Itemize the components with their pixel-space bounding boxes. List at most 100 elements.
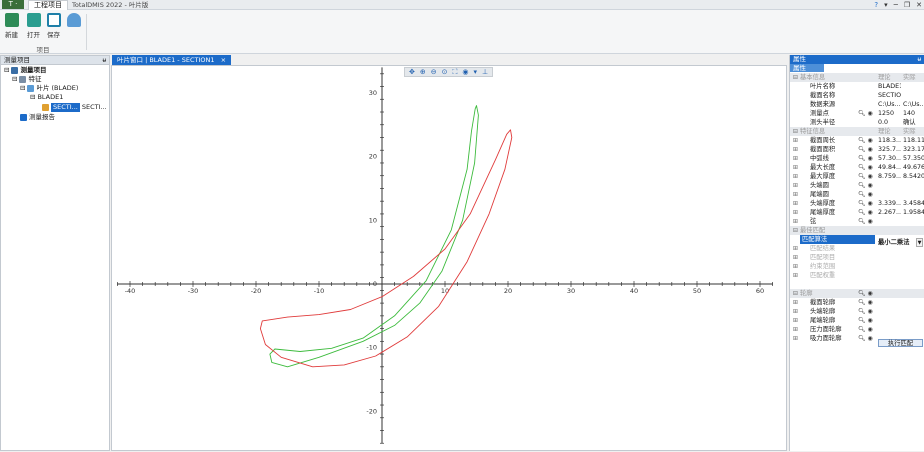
expand-icon[interactable]: ⊞ (792, 334, 799, 343)
contour-row[interactable]: ⊞ 截面轮廓 🔍︎ ◉ (790, 298, 924, 307)
feature-row[interactable]: ⊞尾端厚度🔍︎ ◉2.267...1.9584... (790, 208, 924, 217)
search-icon[interactable]: 🔍︎ ◉ (858, 172, 873, 181)
tree-item-blade[interactable]: ⊟ 叶片 (BLADE) (20, 84, 78, 93)
search-icon[interactable]: 🔍︎ ◉ (858, 199, 873, 208)
document-tab[interactable]: 叶片窗口 | BLADE1 - SECTION1 × (112, 55, 232, 65)
contour-row[interactable]: ⊞ 尾端轮廓 🔍︎ ◉ (790, 316, 924, 325)
feature-row[interactable]: ⊞最大长度🔍︎ ◉49.84...49.676... (790, 163, 924, 172)
zoom-in-icon[interactable]: ⊕ (420, 68, 426, 76)
collapse-icon[interactable]: ⊟ (792, 226, 799, 235)
expand-icon[interactable]: ⊞ (792, 325, 799, 334)
expand-icon[interactable]: ⊞ (792, 163, 799, 172)
collapse-icon[interactable]: ⊟ (20, 84, 25, 93)
fit-row[interactable]: ⊞ 匹配项目 (790, 253, 924, 262)
restore-icon[interactable]: ❐ (904, 1, 910, 9)
expand-icon[interactable]: ⊞ (792, 154, 799, 163)
pin-view-icon[interactable]: ⊥ (482, 68, 488, 76)
save-button[interactable]: 保存 (45, 13, 62, 39)
fit-view-icon[interactable]: ⛶ (453, 68, 458, 77)
pin-icon[interactable]: ᵾ (102, 56, 106, 65)
expand-icon[interactable]: ⊞ (792, 208, 799, 217)
tab-project[interactable]: 工程项目 (28, 0, 68, 10)
pin-icon[interactable]: ᵾ (917, 55, 921, 64)
blade-button[interactable] (65, 13, 82, 29)
expand-icon[interactable]: ⊞ (792, 307, 799, 316)
category-contour[interactable]: ⊟ 轮廓 🔍︎ ◉ (790, 289, 924, 298)
collapse-icon[interactable]: ⊟ (792, 73, 799, 82)
zoom-window-icon[interactable]: ⊙ (442, 68, 448, 76)
collapse-icon[interactable]: ⊟ (4, 66, 9, 75)
tree-item-report[interactable]: 测量报告 (20, 113, 55, 122)
feature-row[interactable]: ⊞中弧线🔍︎ ◉57.30...57.350... (790, 154, 924, 163)
search-icon[interactable]: 🔍︎ ◉ (858, 325, 873, 334)
help-icon[interactable]: ? (874, 1, 878, 9)
tree-item-project[interactable]: ⊟ 测量项目 (4, 66, 46, 75)
expand-icon[interactable]: ⊞ (792, 145, 799, 154)
pan-icon[interactable]: ✥ (409, 68, 415, 76)
search-icon[interactable]: 🔍︎ ◉ (858, 298, 873, 307)
feature-row[interactable]: ⊞头端厚度🔍︎ ◉3.339...3.4584... (790, 199, 924, 208)
feature-row[interactable]: ⊞ 头端圆 🔍︎ ◉ (790, 181, 924, 190)
feature-row[interactable]: ⊞最大厚度🔍︎ ◉8.759...8.5420... (790, 172, 924, 181)
close-icon[interactable]: ✕ (916, 1, 922, 9)
search-icon[interactable]: 🔍︎ ◉ (858, 316, 873, 325)
fit-row[interactable]: ⊞ 约束范围 (790, 262, 924, 271)
search-icon[interactable]: 🔍︎ ◉ (858, 163, 873, 172)
collapse-icon[interactable]: ⊟ (12, 75, 17, 84)
search-icon[interactable]: 🔍︎ ◉ (858, 154, 873, 163)
search-icon[interactable]: 🔍︎ ◉ (858, 136, 873, 145)
search-icon[interactable]: 🔍︎ ◉ (858, 181, 873, 190)
expand-icon[interactable]: ⊞ (792, 253, 799, 262)
zoom-out-icon[interactable]: ⊖ (431, 68, 437, 76)
fit-row[interactable]: ⊞ 匹配权重 (790, 271, 924, 280)
feature-row[interactable]: ⊞ 尾端圆 🔍︎ ◉ (790, 190, 924, 199)
chevron-down-icon[interactable]: ▾ (884, 1, 888, 9)
expand-icon[interactable]: ⊞ (792, 244, 799, 253)
search-icon[interactable]: 🔍︎ ◉ (858, 307, 873, 316)
expand-icon[interactable]: ⊞ (792, 316, 799, 325)
expand-icon[interactable]: ⊞ (792, 262, 799, 271)
new-project-button[interactable]: 新建 (3, 13, 20, 39)
expand-icon[interactable]: ⊞ (792, 172, 799, 181)
collapse-icon[interactable]: ⊟ (792, 127, 799, 136)
blade-view[interactable]: -40 -30 -20 -10 10 20 30 40 50 60 30 20 10 0 -10 -20 ✥ … (111, 65, 787, 451)
properties-sub-tab[interactable]: 属性 (790, 64, 824, 72)
search-icon[interactable]: 🔍︎ ◉ (858, 208, 873, 217)
chevron-down-icon[interactable]: ▾ (474, 68, 478, 76)
section-plot[interactable]: -40 -30 -20 -10 10 20 30 40 50 60 30 20 10 0 -10 -20 (112, 66, 788, 452)
expand-icon[interactable]: ⊞ (792, 271, 799, 280)
expand-icon[interactable]: ⊞ (792, 217, 799, 226)
expand-icon[interactable]: ⊞ (792, 199, 799, 208)
expand-icon[interactable]: ⊞ (792, 136, 799, 145)
collapse-icon[interactable]: ⊟ (792, 289, 799, 298)
category-feature-info[interactable]: ⊟ 特征信息 理论 实际 (790, 127, 924, 136)
feature-row[interactable]: ⊞截面周长🔍︎ ◉118.3...118.11... (790, 136, 924, 145)
search-icon[interactable]: 🔍︎ ◉ (858, 334, 873, 343)
close-icon[interactable]: × (221, 56, 226, 64)
contour-row[interactable]: ⊞ 压力面轮廓 🔍︎ ◉ (790, 325, 924, 334)
contour-row[interactable]: ⊞ 头端轮廓 🔍︎ ◉ (790, 307, 924, 316)
search-icon[interactable]: 🔍︎ ◉ (858, 217, 873, 226)
feature-row[interactable]: ⊞ 弦 🔍︎ ◉ (790, 217, 924, 226)
execute-fit-button[interactable]: 执行匹配 (878, 339, 923, 347)
search-icon[interactable]: 🔍︎ ◉ (858, 190, 873, 199)
search-icon[interactable]: 🔍︎ ◉ (858, 289, 873, 298)
expand-icon[interactable]: ⊞ (792, 181, 799, 190)
visibility-icon[interactable]: ◉ (462, 68, 468, 76)
search-icon[interactable]: 🔍︎ ◉ (858, 145, 873, 154)
feature-row[interactable]: ⊞截面面积🔍︎ ◉325.7...323.17... (790, 145, 924, 154)
tree-item-blade1[interactable]: ⊟ BLADE1 (30, 93, 63, 102)
category-basic-info[interactable]: ⊟ 基本信息 理论 实际 (790, 73, 924, 82)
tree-item-section[interactable]: SECTI... SECTI... (42, 103, 107, 112)
minimize-icon[interactable]: ─ (894, 1, 898, 9)
expand-icon[interactable]: ⊞ (792, 298, 799, 307)
search-icon[interactable]: 🔍︎ ◉ (858, 109, 873, 118)
fit-method-dropdown[interactable]: 最小二乘法 ▼ (878, 238, 923, 247)
app-menu-button[interactable]: T · (2, 0, 24, 9)
category-best-fit[interactable]: ⊟ 最佳匹配 (790, 226, 924, 235)
expand-icon[interactable]: ⊞ (792, 190, 799, 199)
open-project-button[interactable]: 打开 (25, 13, 42, 39)
chevron-down-icon[interactable]: ▼ (916, 238, 923, 247)
collapse-icon[interactable]: ⊟ (30, 93, 35, 102)
tree-item-features[interactable]: ⊟ 特征 (12, 75, 41, 84)
